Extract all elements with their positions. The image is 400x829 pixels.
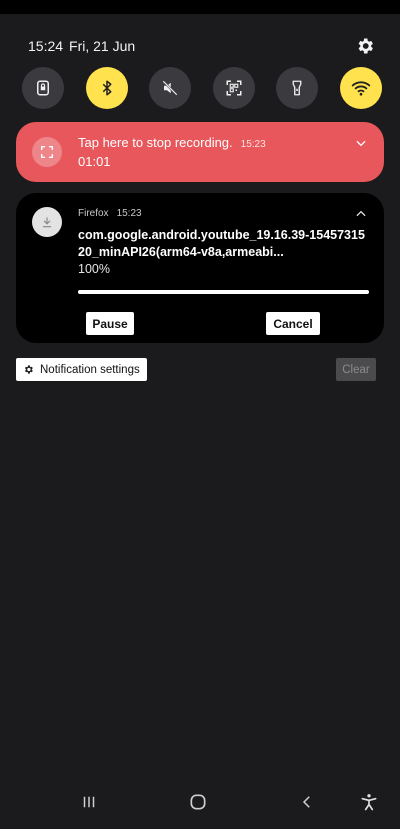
- accessibility-button[interactable]: [358, 791, 380, 813]
- download-time: 15:23: [116, 208, 142, 219]
- mute-icon: [162, 80, 178, 96]
- qr-scanner-icon: [226, 80, 242, 96]
- quick-settings-row: [22, 67, 382, 111]
- status-row: 15:24 Fri, 21 Jun: [28, 36, 376, 56]
- notification-settings-label: Notification settings: [40, 363, 140, 376]
- chevron-up-icon[interactable]: [354, 207, 368, 221]
- download-icon: [32, 207, 62, 237]
- back-button[interactable]: [296, 791, 318, 813]
- home-button[interactable]: [187, 791, 209, 813]
- recording-title-line: Tap here to stop recording. 15:23: [78, 135, 266, 150]
- download-progress-bar: [78, 290, 369, 294]
- screen-recording-notification[interactable]: Tap here to stop recording. 15:23 01:01: [16, 122, 384, 182]
- navigation-bar: [0, 769, 400, 829]
- clock: 15:24: [28, 38, 64, 54]
- download-file-name: com.google.android.youtube_19.16.39-1545…: [78, 228, 365, 259]
- app-header: Firefox 15:23: [78, 208, 142, 219]
- recording-time: 15:23: [240, 139, 266, 150]
- flashlight-icon: [292, 80, 302, 96]
- lock-screen-tile[interactable]: [22, 67, 64, 109]
- recents-icon: [83, 796, 95, 808]
- camera-cutout-bar: [0, 0, 400, 14]
- bluetooth-tile[interactable]: [85, 67, 128, 109]
- date: Fri, 21 Jun: [69, 38, 136, 54]
- home-icon: [190, 794, 206, 810]
- notification-shade: 15:24 Fri, 21 Jun Tap here to stop recor…: [0, 0, 400, 829]
- settings-gear-icon[interactable]: [354, 35, 376, 57]
- accessibility-icon: [361, 794, 377, 811]
- screen-record-icon: [32, 137, 62, 167]
- recording-title: Tap here to stop recording.: [78, 135, 233, 150]
- chevron-down-icon[interactable]: [354, 136, 368, 150]
- lock-screen-icon: [37, 80, 49, 96]
- recording-elapsed: 01:01: [78, 154, 111, 169]
- download-progress-fill: [78, 290, 369, 294]
- qr-scanner-tile[interactable]: [212, 67, 255, 109]
- cancel-button[interactable]: Cancel: [266, 312, 320, 335]
- pause-button[interactable]: Pause: [86, 312, 134, 335]
- wifi-icon: [351, 81, 371, 96]
- back-icon: [302, 796, 310, 808]
- wifi-tile[interactable]: [339, 67, 382, 109]
- mute-tile[interactable]: [149, 67, 192, 109]
- clear-button[interactable]: Clear: [336, 358, 376, 381]
- download-percent: 100%: [78, 262, 110, 276]
- bluetooth-icon: [102, 80, 112, 96]
- notification-settings-button[interactable]: Notification settings: [16, 358, 147, 381]
- recents-button[interactable]: [78, 791, 100, 813]
- app-name: Firefox: [78, 208, 109, 219]
- gear-icon: [24, 365, 33, 374]
- download-notification[interactable]: Firefox 15:23 com.google.android.youtube_…: [16, 193, 384, 343]
- flashlight-tile[interactable]: [276, 67, 319, 109]
